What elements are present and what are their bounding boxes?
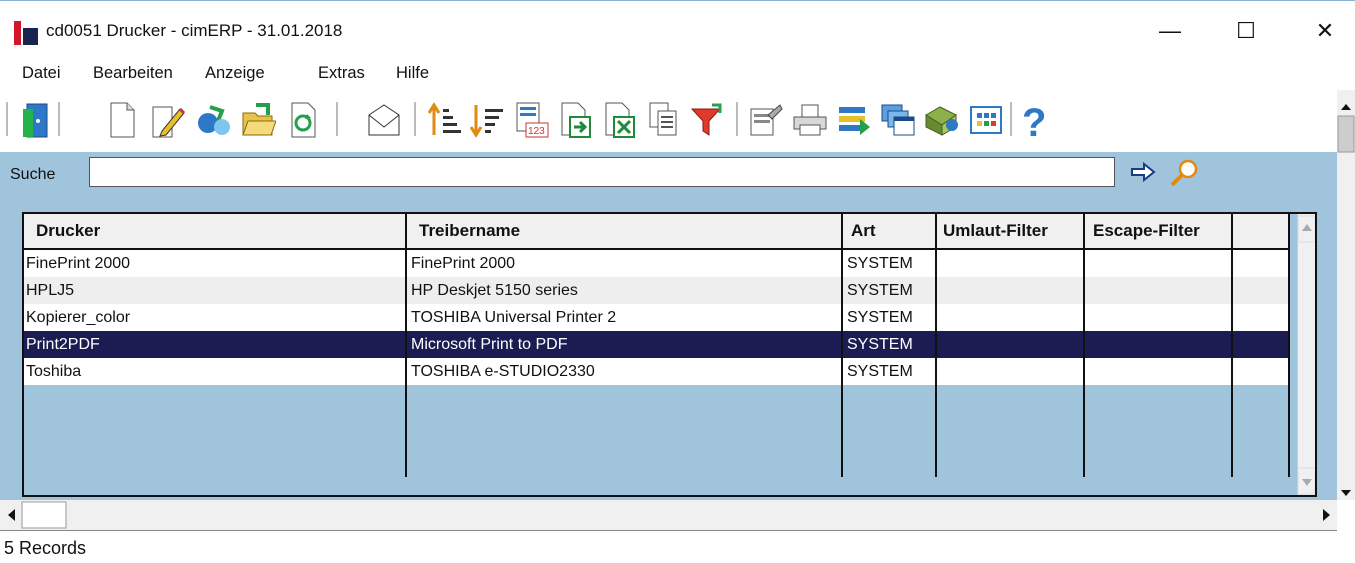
cell-art[interactable]: SYSTEM — [842, 249, 937, 277]
menu-anzeige[interactable]: Anzeige — [205, 64, 265, 83]
calculator-icon[interactable] — [968, 100, 1004, 140]
table-row-selected[interactable]: Print2PDF Microsoft Print to PDF SYSTEM — [24, 331, 1290, 358]
column-header-drucker[interactable]: Drucker — [24, 214, 407, 250]
empty-cell — [1232, 385, 1290, 477]
table-row[interactable]: Toshiba TOSHIBA e-STUDIO2330 SYSTEM — [24, 358, 1290, 385]
empty-cell — [842, 385, 937, 477]
empty-cell — [406, 385, 843, 477]
table-empty-area — [24, 385, 1290, 477]
cell-treibername[interactable]: Microsoft Print to PDF — [406, 331, 843, 358]
cell-treibername[interactable]: TOSHIBA Universal Printer 2 — [406, 304, 843, 331]
close-button[interactable]: ✕ — [1295, 10, 1355, 52]
cell-umlaut-filter[interactable] — [936, 277, 1085, 304]
horizontal-scrollbar[interactable] — [0, 500, 1337, 531]
numbering-icon[interactable]: 123 — [514, 100, 550, 140]
cell-treibername[interactable]: FinePrint 2000 — [406, 249, 843, 277]
menu-extras[interactable]: Extras — [318, 64, 365, 83]
column-header-umlaut-filter[interactable]: Umlaut-Filter — [936, 214, 1085, 250]
cell-umlaut-filter[interactable] — [936, 358, 1085, 385]
cell-empty — [1232, 249, 1290, 277]
transfer-icon[interactable] — [836, 100, 872, 140]
archive-icon[interactable] — [924, 100, 960, 140]
exit-door-icon[interactable] — [18, 100, 54, 140]
export-icon[interactable] — [558, 100, 594, 140]
new-document-icon[interactable] — [104, 100, 140, 140]
print-icon[interactable] — [792, 100, 828, 140]
toolbar-separator — [334, 100, 341, 138]
cell-umlaut-filter[interactable] — [936, 331, 1085, 358]
cell-drucker[interactable]: HPLJ5 — [24, 277, 407, 304]
column-header-escape-filter[interactable]: Escape-Filter — [1084, 214, 1233, 250]
toolbar-grip — [4, 100, 11, 138]
column-header-art[interactable]: Art — [842, 214, 937, 250]
cell-drucker[interactable]: FinePrint 2000 — [24, 249, 407, 277]
open-folder-icon[interactable] — [240, 100, 276, 140]
window-vertical-scrollbar[interactable] — [1337, 90, 1355, 500]
column-header-empty — [1232, 214, 1290, 250]
cell-treibername[interactable]: TOSHIBA e-STUDIO2330 — [406, 358, 843, 385]
cell-drucker[interactable]: Print2PDF — [24, 331, 407, 358]
table-vertical-scrollbar[interactable] — [1297, 214, 1315, 495]
cell-empty — [1232, 358, 1290, 385]
cell-art[interactable]: SYSTEM — [842, 331, 937, 358]
cell-empty — [1232, 277, 1290, 304]
cell-art[interactable]: SYSTEM — [842, 304, 937, 331]
cell-escape-filter[interactable] — [1084, 331, 1233, 358]
cell-umlaut-filter[interactable] — [936, 304, 1085, 331]
sort-ascending-icon[interactable] — [428, 100, 464, 140]
cell-escape-filter[interactable] — [1084, 249, 1233, 277]
status-bar: 5 Records — [0, 532, 1355, 563]
cell-escape-filter[interactable] — [1084, 304, 1233, 331]
arrow-right-icon[interactable] — [1130, 160, 1158, 184]
record-count: 5 Records — [4, 538, 87, 558]
cell-umlaut-filter[interactable] — [936, 249, 1085, 277]
empty-cell — [936, 385, 1085, 477]
cell-treibername[interactable]: HP Deskjet 5150 series — [406, 277, 843, 304]
cell-drucker[interactable]: Toshiba — [24, 358, 407, 385]
empty-cell — [1084, 385, 1233, 477]
copy-pages-icon[interactable] — [646, 100, 682, 140]
menu-bearbeiten[interactable]: Bearbeiten — [93, 64, 173, 83]
menu-datei[interactable]: Datei — [22, 64, 61, 83]
table-row[interactable]: HPLJ5 HP Deskjet 5150 series SYSTEM — [24, 277, 1290, 304]
cell-escape-filter[interactable] — [1084, 277, 1233, 304]
cell-art[interactable]: SYSTEM — [842, 277, 937, 304]
windows-icon[interactable] — [880, 100, 916, 140]
help-icon[interactable]: ? — [1018, 100, 1054, 140]
edit-pencil-icon[interactable] — [150, 100, 186, 140]
minimize-button[interactable]: — — [1140, 10, 1200, 52]
column-header-treibername[interactable]: Treibername — [406, 214, 843, 250]
cell-empty — [1232, 304, 1290, 331]
toolbar-separator — [734, 100, 741, 138]
search-label: Suche — [10, 166, 56, 183]
toolbar-separator — [1008, 100, 1015, 138]
window-title: cd0051 Drucker - cimERP - 31.01.2018 — [46, 21, 343, 40]
refresh-icon[interactable] — [285, 100, 321, 140]
cell-drucker[interactable]: Kopierer_color — [24, 304, 407, 331]
svg-text:123: 123 — [528, 126, 545, 137]
table-row[interactable]: FinePrint 2000 FinePrint 2000 SYSTEM — [24, 249, 1290, 277]
excel-export-icon[interactable] — [602, 100, 638, 140]
email-icon[interactable] — [366, 100, 402, 140]
printer-table: Drucker Treibername Art Umlaut-Filter Es… — [22, 212, 1317, 497]
menu-bar — [0, 58, 1355, 90]
table-row[interactable]: Kopierer_color TOSHIBA Universal Printer… — [24, 304, 1290, 331]
properties-icon[interactable] — [748, 100, 784, 140]
empty-cell — [24, 385, 407, 477]
cimerp-app-icon — [14, 21, 38, 45]
maximize-button[interactable]: ☐ — [1216, 10, 1276, 52]
copy-record-icon[interactable] — [196, 100, 232, 140]
sort-descending-icon[interactable] — [470, 100, 506, 140]
data-grid: Drucker Treibername Art Umlaut-Filter Es… — [24, 214, 1290, 477]
svg-text:?: ? — [1022, 101, 1046, 140]
search-icon[interactable] — [1168, 158, 1200, 188]
cell-escape-filter[interactable] — [1084, 358, 1233, 385]
cell-art[interactable]: SYSTEM — [842, 358, 937, 385]
search-input[interactable] — [89, 157, 1115, 187]
filter-icon[interactable] — [690, 100, 726, 140]
toolbar-separator — [412, 100, 419, 138]
toolbar-separator — [56, 100, 63, 138]
cell-empty — [1232, 331, 1290, 358]
menu-hilfe[interactable]: Hilfe — [396, 64, 429, 83]
